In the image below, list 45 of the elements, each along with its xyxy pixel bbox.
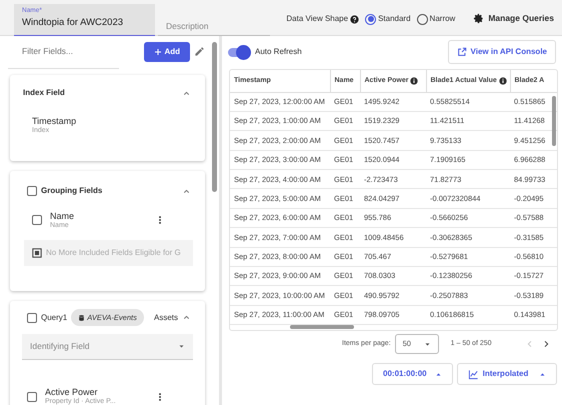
manage-queries-button[interactable]: Manage Queries [473,12,554,25]
interpolation-button[interactable]: Interpolated [456,363,557,385]
field-name: Timestamp [32,116,78,126]
query-type: Assets [154,312,178,324]
name-input[interactable]: Windtopia for AWC2023 [22,16,147,30]
data-view-shape-label: Data View Shape [286,13,348,25]
interval-button[interactable]: 00:01:00:00 [372,363,453,385]
info-icon [410,76,418,85]
next-page-icon[interactable] [542,340,550,348]
checkbox[interactable] [27,186,37,196]
description-field[interactable]: Description [158,4,270,36]
api-console-button[interactable]: View in API Console [448,40,556,64]
info-icon [498,76,507,85]
toggle-label: Auto Refresh [255,46,302,58]
empty-message: No More Included Fields Eligible for G [46,246,181,259]
field-name: Name [50,211,74,222]
dropdown-placeholder: Identifying Field [30,340,90,354]
external-link-icon [456,47,467,57]
field-name: Active Power [45,387,99,398]
database-icon [78,314,86,322]
radio-label: Narrow [430,13,456,25]
add-button[interactable]: Add [144,42,190,62]
dropdown-arrow-icon [178,343,185,350]
radio-label: Standard [378,13,411,25]
radio-button[interactable] [416,14,428,24]
scrollbar[interactable] [212,42,217,192]
pencil-icon[interactable] [194,46,205,57]
checkbox[interactable] [32,215,42,226]
no-fields-icon [32,248,42,258]
caret-up-icon [434,370,442,378]
plus-icon [154,48,162,56]
card-title: Query1 [41,312,68,324]
dropdown-arrow-icon [424,340,431,348]
radio-button[interactable] [365,14,376,24]
card-title: Grouping Fields [41,185,102,197]
scrollbar[interactable] [290,325,354,329]
card-title: Index Field [23,87,65,99]
checkbox[interactable] [27,392,37,402]
help-icon [350,14,360,24]
gear-icon [473,12,484,24]
line-chart-icon [468,368,479,380]
checkbox[interactable] [27,312,37,323]
scrollbar[interactable] [552,96,556,146]
caret-up-icon [538,370,546,378]
toggle-switch[interactable] [228,48,248,56]
